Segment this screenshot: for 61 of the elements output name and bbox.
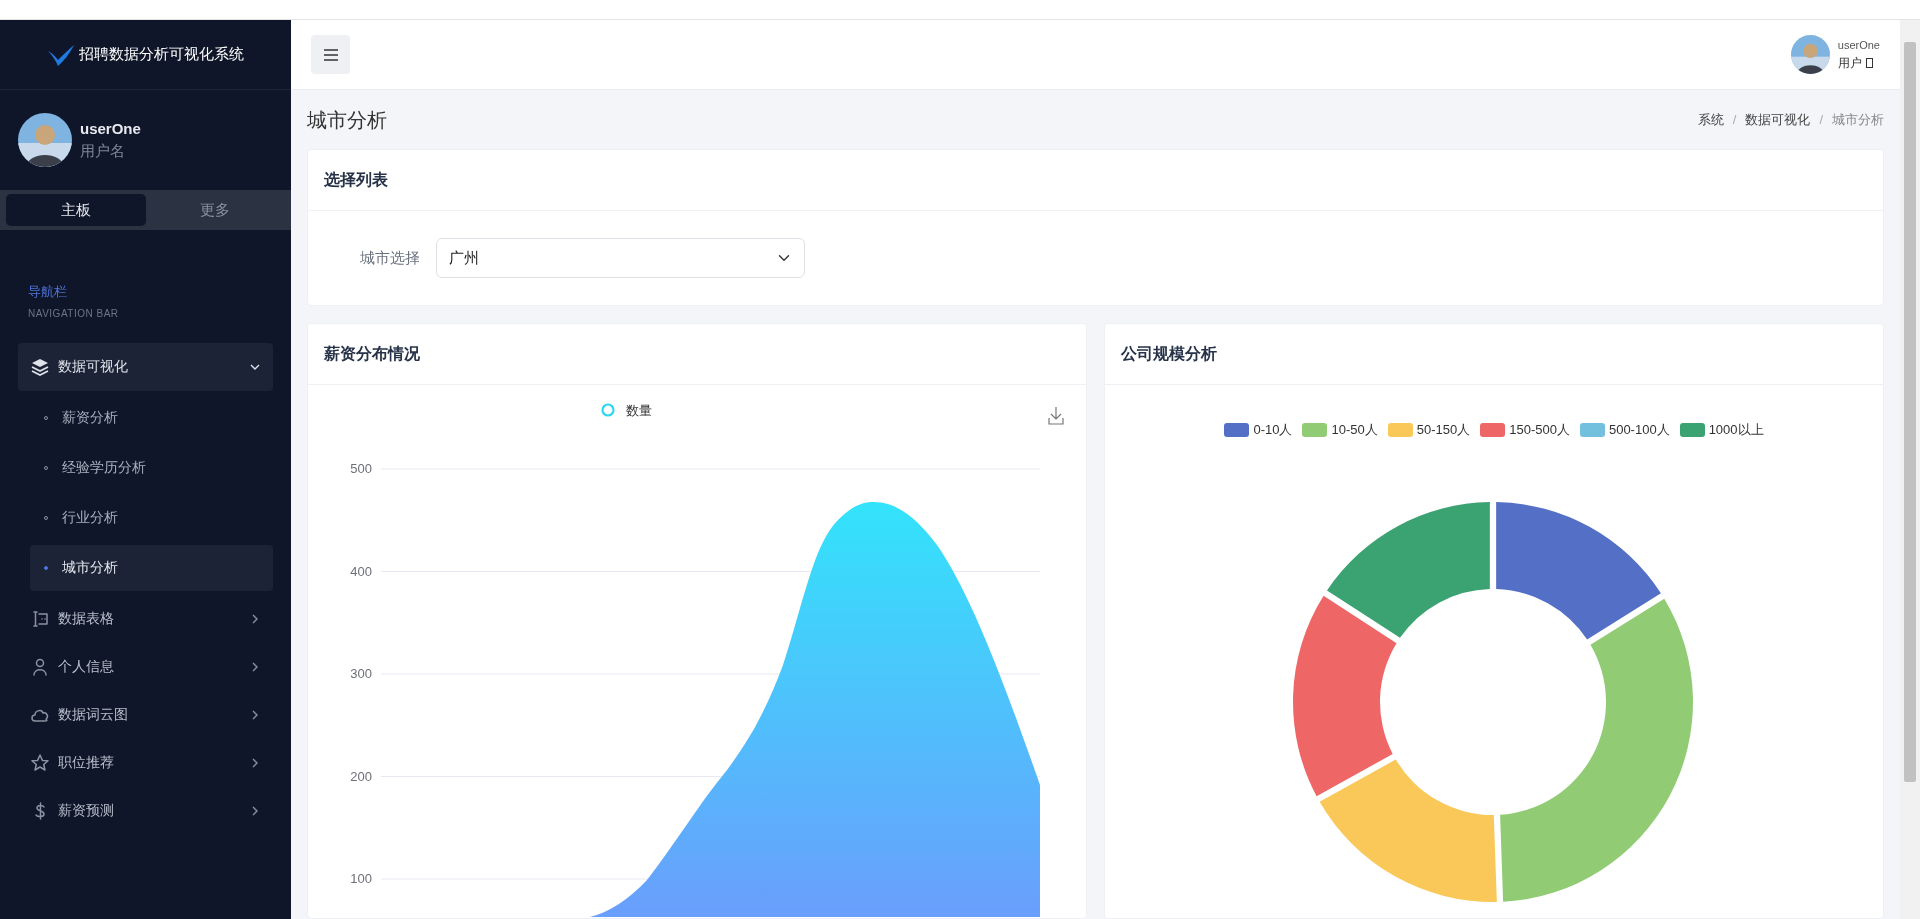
donut-slice[interactable] xyxy=(1327,501,1490,638)
legend-item[interactable]: 150-500人 xyxy=(1480,420,1570,440)
legend-label[interactable]: 数量 xyxy=(626,403,652,418)
bullet-icon xyxy=(44,565,48,570)
breadcrumb-separator: / xyxy=(1732,110,1737,129)
nav-item[interactable]: 数据可视化 xyxy=(18,342,273,391)
card-title: 选择列表 xyxy=(324,170,388,190)
page-title: 城市分析 xyxy=(307,107,387,133)
legend-marker[interactable] xyxy=(601,403,615,417)
breadcrumb-link[interactable]: 系统 xyxy=(1697,109,1724,130)
user-role: 用户名 xyxy=(80,141,126,161)
card-title: 公司规模分析 xyxy=(1121,344,1217,364)
avatar xyxy=(18,113,72,167)
sidebar-tab[interactable]: 主板 xyxy=(6,194,146,226)
nav-item[interactable]: 职位推荐 xyxy=(18,738,273,787)
donut-slice[interactable] xyxy=(1496,501,1661,639)
axis-tick-label: 300 xyxy=(350,666,372,681)
axis-tick-label: 200 xyxy=(350,768,372,784)
nav-subitem[interactable]: 薪资分析 xyxy=(30,394,273,441)
layers-icon xyxy=(30,356,50,377)
menu-icon xyxy=(322,47,339,62)
nav-item[interactable]: 个人信息 xyxy=(18,642,273,691)
scrollbar-thumb[interactable] xyxy=(1904,42,1916,782)
star-icon xyxy=(30,752,50,773)
donut-slice[interactable] xyxy=(1293,595,1397,796)
legend-item[interactable]: 500-100人 xyxy=(1579,420,1670,440)
card-title: 薪资分布情况 xyxy=(324,344,420,364)
scrollbar[interactable] xyxy=(1900,20,1920,919)
app-title: 招聘数据分析可视化系统 xyxy=(79,44,244,65)
user-role: 用户 xyxy=(1837,54,1862,72)
user-name: userOne xyxy=(80,118,141,139)
axis-tick-label: 400 xyxy=(350,563,372,579)
field-label: 城市选择 xyxy=(359,247,421,268)
donut-slice[interactable] xyxy=(1319,759,1497,902)
legend-item[interactable]: 0-10人 xyxy=(1224,420,1293,440)
donut-slice[interactable] xyxy=(1500,598,1693,902)
table-icon xyxy=(30,608,50,629)
box-icon xyxy=(1865,57,1873,68)
legend-item[interactable]: 10-50人 xyxy=(1302,420,1378,440)
city-select[interactable]: 广州 xyxy=(436,238,805,278)
breadcrumb-link[interactable]: 数据可视化 xyxy=(1745,109,1811,130)
breadcrumb-separator: / xyxy=(1819,110,1823,129)
logo-icon xyxy=(47,42,75,67)
nav-heading: 导航栏 xyxy=(28,283,68,301)
nav-subheading: NAVIGATION BAR xyxy=(28,306,120,321)
nav-item[interactable]: 数据词云图 xyxy=(18,690,273,739)
person-icon xyxy=(30,656,50,677)
axis-tick-label: 500 xyxy=(350,461,372,476)
avatar xyxy=(1790,35,1830,74)
menu-button[interactable] xyxy=(311,35,350,74)
sidebar-tab[interactable]: 更多 xyxy=(145,194,285,226)
nav-item[interactable]: 薪资预测 xyxy=(18,786,273,835)
nav-item[interactable]: 数据表格 xyxy=(18,594,273,643)
nav-subitem[interactable]: 城市分析 xyxy=(30,544,273,591)
legend-item[interactable]: 50-150人 xyxy=(1387,420,1471,440)
nav-subitem[interactable]: 经验学历分析 xyxy=(30,444,273,491)
user-name: userOne xyxy=(1837,38,1880,54)
axis-tick-label: 100 xyxy=(350,871,372,886)
legend-item[interactable]: 1000以上 xyxy=(1679,420,1764,440)
download-icon[interactable] xyxy=(1048,406,1064,425)
nav-subitem[interactable]: 行业分析 xyxy=(30,494,273,541)
